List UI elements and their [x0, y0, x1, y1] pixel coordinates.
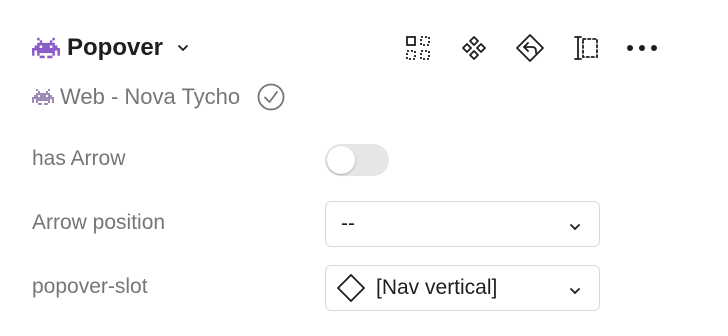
popover-slot-value: [Nav vertical] — [376, 276, 498, 299]
library-name: Web - Nova Tycho — [60, 84, 241, 109]
space-invader-emoji-icon — [32, 37, 60, 59]
component-title: Popover — [67, 34, 164, 61]
library-source[interactable]: Web - Nova Tycho — [32, 80, 285, 114]
arrow-position-label: Arrow position — [32, 211, 166, 234]
toggle-knob — [327, 146, 355, 174]
chevron-down-icon — [569, 282, 581, 300]
component-grid-icon[interactable] — [402, 32, 434, 64]
chevron-down-icon — [569, 218, 581, 236]
select-layer-icon[interactable] — [570, 32, 602, 64]
component-diamonds-icon[interactable] — [458, 32, 490, 64]
instance-diamond-icon — [336, 273, 366, 303]
has-arrow-toggle[interactable] — [325, 144, 389, 176]
popover-slot-label: popover-slot — [32, 275, 148, 298]
component-header: Popover — [32, 30, 189, 66]
has-arrow-label: has Arrow — [32, 147, 126, 170]
chevron-down-icon[interactable] — [177, 44, 189, 52]
go-to-main-icon[interactable] — [514, 32, 546, 64]
component-toolbar — [402, 30, 658, 66]
popover-slot-select[interactable]: [Nav vertical] — [325, 265, 600, 311]
space-invader-small-icon — [32, 89, 54, 105]
arrow-position-select[interactable]: -- — [325, 201, 600, 247]
verified-check-icon — [257, 83, 285, 111]
arrow-position-value: -- — [341, 212, 355, 235]
more-options-icon[interactable] — [626, 32, 658, 64]
